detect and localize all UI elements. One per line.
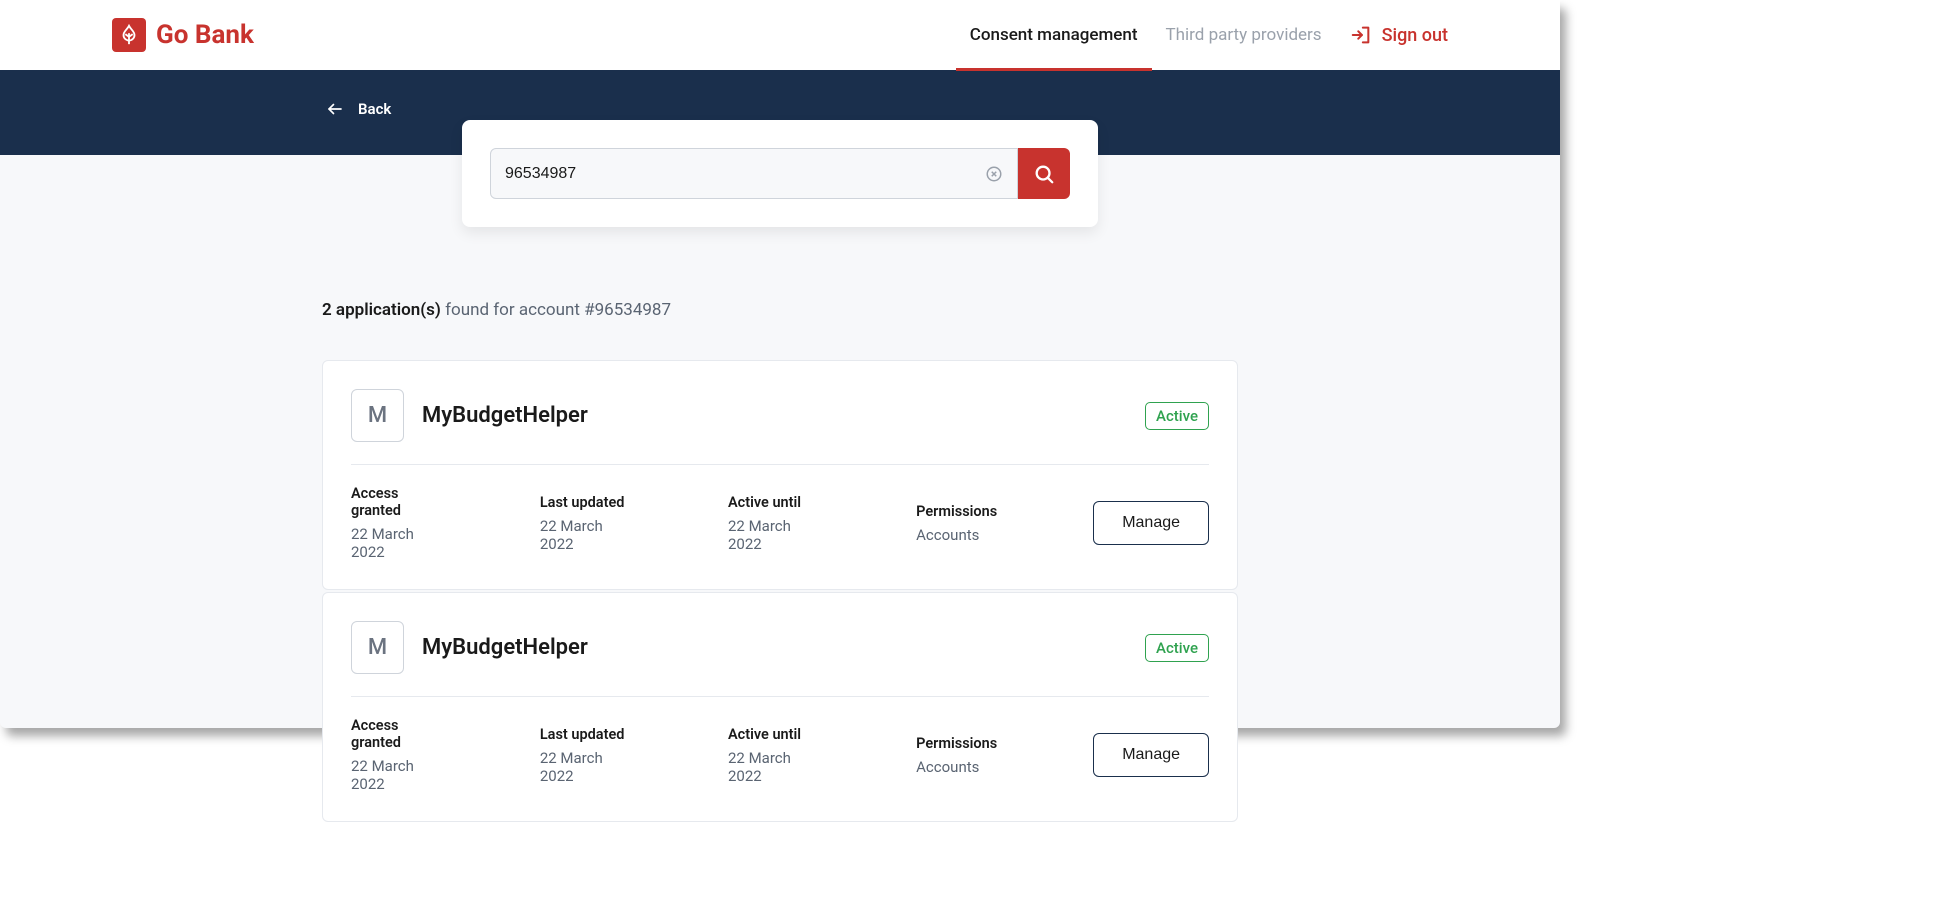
- detail-value: 22 March 2022: [351, 757, 444, 793]
- detail-label: Access granted: [351, 717, 444, 751]
- main-nav: Consent management Third party providers…: [970, 0, 1448, 70]
- detail-value: 22 March 2022: [540, 517, 632, 553]
- brand-logo-icon: [112, 18, 146, 52]
- sign-out-icon: [1350, 24, 1372, 46]
- detail-label: Active until: [728, 726, 820, 743]
- main-header: Go Bank Consent management Third party p…: [0, 0, 1560, 70]
- back-button[interactable]: Back: [326, 100, 391, 118]
- detail-active-until: Active until 22 March 2022: [728, 494, 820, 553]
- results-count: 2 application(s): [322, 300, 441, 320]
- arrow-left-icon: [326, 100, 344, 118]
- app-avatar: M: [351, 621, 404, 674]
- detail-label: Permissions: [916, 735, 997, 752]
- sign-out-button[interactable]: Sign out: [1350, 24, 1448, 46]
- app-avatar: M: [351, 389, 404, 442]
- clear-search-icon[interactable]: [985, 165, 1003, 183]
- status-badge: Active: [1145, 402, 1209, 430]
- manage-button[interactable]: Manage: [1093, 733, 1209, 777]
- detail-value: 22 March 2022: [728, 749, 820, 785]
- detail-label: Permissions: [916, 503, 997, 520]
- search-input-wrap: [490, 148, 1018, 199]
- search-input[interactable]: [505, 165, 985, 183]
- detail-permissions: Permissions Accounts: [916, 735, 997, 776]
- detail-value: 22 March 2022: [351, 525, 444, 561]
- status-badge: Active: [1145, 634, 1209, 662]
- detail-label: Access granted: [351, 485, 444, 519]
- app-title-wrap: M MyBudgetHelper: [351, 621, 588, 674]
- search-button[interactable]: [1018, 148, 1070, 199]
- app-card: M MyBudgetHelper Active Access granted 2…: [322, 592, 1238, 822]
- nav-third-party-providers[interactable]: Third party providers: [1166, 0, 1322, 70]
- detail-permissions: Permissions Accounts: [916, 503, 997, 544]
- content-area: 2 application(s) found for account #9653…: [0, 155, 1560, 822]
- detail-last-updated: Last updated 22 March 2022: [540, 726, 632, 785]
- search-card: [462, 120, 1098, 227]
- app-name: MyBudgetHelper: [422, 403, 588, 428]
- detail-value: Accounts: [916, 526, 997, 544]
- brand-logo[interactable]: Go Bank: [112, 18, 254, 52]
- search-icon: [1033, 163, 1055, 185]
- detail-value: 22 March 2022: [540, 749, 632, 785]
- app-details-row: Access granted 22 March 2022 Last update…: [351, 485, 1209, 561]
- app-details-row: Access granted 22 March 2022 Last update…: [351, 717, 1209, 793]
- app-card-header: M MyBudgetHelper Active: [351, 621, 1209, 697]
- detail-last-updated: Last updated 22 March 2022: [540, 494, 632, 553]
- results-summary: 2 application(s) found for account #9653…: [322, 300, 1238, 320]
- manage-button[interactable]: Manage: [1093, 501, 1209, 545]
- detail-label: Active until: [728, 494, 820, 511]
- detail-label: Last updated: [540, 726, 632, 743]
- nav-consent-management[interactable]: Consent management: [970, 0, 1138, 70]
- detail-value: 22 March 2022: [728, 517, 820, 553]
- detail-active-until: Active until 22 March 2022: [728, 726, 820, 785]
- app-title-wrap: M MyBudgetHelper: [351, 389, 588, 442]
- app-card-header: M MyBudgetHelper Active: [351, 389, 1209, 465]
- detail-label: Last updated: [540, 494, 632, 511]
- detail-access-granted: Access granted 22 March 2022: [351, 717, 444, 793]
- brand-name: Go Bank: [156, 20, 254, 50]
- detail-value: Accounts: [916, 758, 997, 776]
- app-card: M MyBudgetHelper Active Access granted 2…: [322, 360, 1238, 590]
- results-suffix: found for account #96534987: [441, 300, 671, 320]
- back-label: Back: [358, 100, 391, 118]
- app-name: MyBudgetHelper: [422, 635, 588, 660]
- detail-access-granted: Access granted 22 March 2022: [351, 485, 444, 561]
- sign-out-label: Sign out: [1382, 25, 1448, 46]
